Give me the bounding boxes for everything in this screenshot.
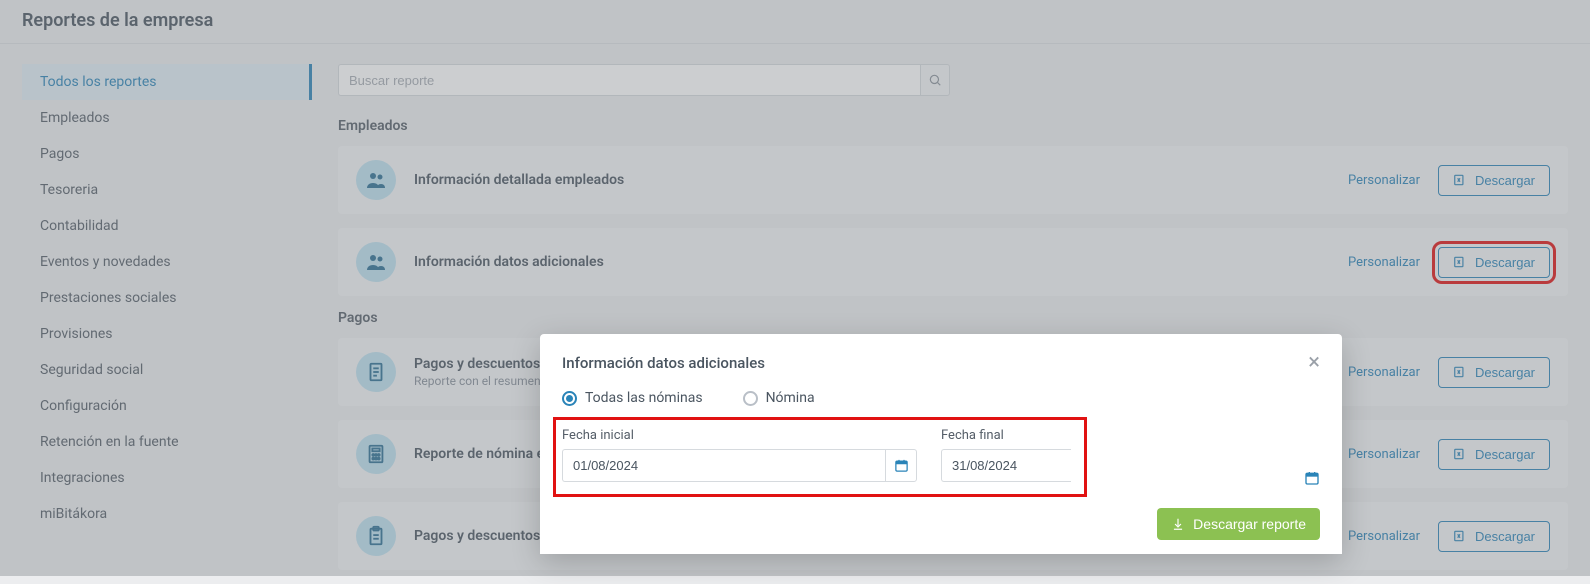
modal-title: Información datos adicionales	[562, 354, 765, 372]
radio-icon	[562, 391, 577, 406]
calendar-icon	[1304, 470, 1320, 486]
radio-label: Todas las nóminas	[585, 390, 703, 406]
calendar-button[interactable]	[885, 449, 917, 482]
radio-nomina[interactable]: Nómina	[743, 390, 815, 406]
date-range-highlight: Fecha inicial Fecha final	[556, 420, 1084, 494]
modal-datos-adicionales: Información datos adicionales × Todas la…	[540, 334, 1342, 554]
descargar-reporte-label: Descargar reporte	[1193, 516, 1306, 532]
fecha-inicial-input[interactable]	[562, 449, 885, 482]
fecha-final-label: Fecha final	[941, 428, 1071, 443]
fecha-inicial-label: Fecha inicial	[562, 428, 917, 443]
close-icon[interactable]: ×	[1308, 352, 1320, 374]
radio-todas-nominas[interactable]: Todas las nóminas	[562, 390, 703, 406]
descargar-reporte-button[interactable]: Descargar reporte	[1157, 508, 1320, 540]
calendar-button-final[interactable]	[1304, 470, 1320, 486]
radio-label: Nómina	[766, 390, 815, 406]
modal-footer: Descargar reporte	[540, 508, 1342, 554]
download-icon	[1171, 517, 1185, 531]
radio-icon	[743, 391, 758, 406]
modal-header: Información datos adicionales ×	[540, 334, 1342, 384]
radio-row: Todas las nóminas Nómina	[562, 390, 1320, 406]
fecha-final-input[interactable]	[941, 449, 1071, 482]
modal-body: Todas las nóminas Nómina Fecha inicial F…	[540, 384, 1342, 508]
calendar-icon	[894, 458, 909, 473]
